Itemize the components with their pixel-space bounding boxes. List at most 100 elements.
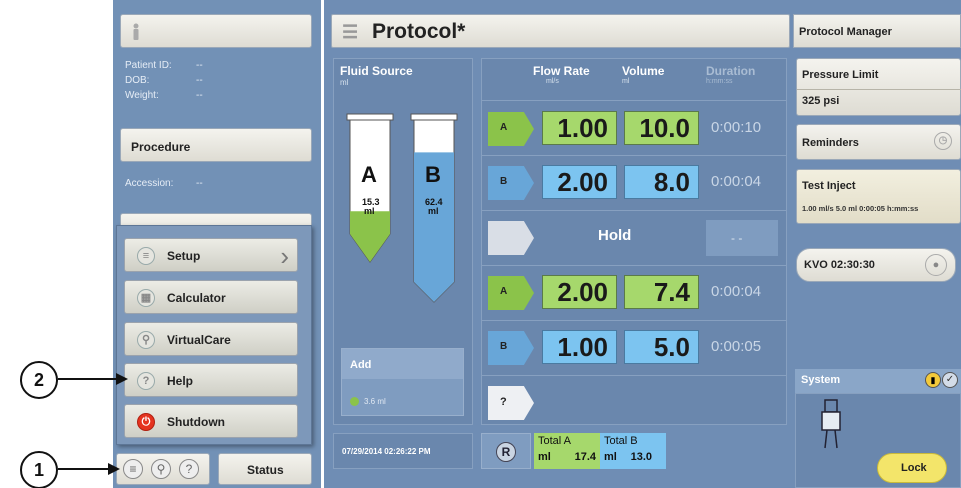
protocol-header: ☰ Protocol*	[331, 14, 790, 48]
menu-item-shutdown[interactable]: ⏻ Shutdown	[124, 404, 298, 438]
protocol-title: Protocol*	[372, 20, 466, 43]
menu-item-help[interactable]: ? Help	[124, 363, 298, 397]
col-volume-unit: ml	[622, 78, 630, 85]
col-volume: Volume	[622, 64, 665, 78]
volume-value[interactable]: 5.0	[624, 330, 699, 364]
patient-button[interactable]	[120, 14, 312, 48]
pressure-limit-value: 325 psi	[802, 95, 840, 107]
list-icon: ≡	[137, 247, 155, 265]
reset-button[interactable]: R	[481, 433, 531, 469]
wrench-icon: ⚲	[137, 331, 155, 349]
calculator-icon: ▦	[137, 289, 155, 307]
fluid-source-title: Fluid Source	[340, 64, 413, 78]
total-b-label: Total B	[604, 435, 638, 447]
menu-icon[interactable]: ≡	[123, 459, 143, 479]
injector-head-icon	[821, 399, 841, 449]
lock-label: Lock	[901, 462, 927, 474]
accession-value: --	[196, 178, 203, 189]
kvo-button[interactable]: KVO 02:30:30 ●	[796, 248, 956, 282]
duration-value: 0:00:04	[711, 173, 762, 190]
flow-rate-value[interactable]: 2.00	[542, 275, 617, 309]
flow-rate-value[interactable]: 2.00	[542, 165, 617, 199]
total-a-label: Total A	[538, 435, 572, 447]
pressure-limit-divider	[797, 89, 961, 90]
patient-id-label: Patient ID:	[125, 60, 172, 71]
fluid-source-unit: ml	[340, 78, 349, 87]
datetime: 07/29/2014 02:26:22 PM	[342, 447, 431, 456]
procedure-button[interactable]: Procedure	[120, 128, 312, 162]
accession-label: Accession:	[125, 178, 174, 189]
timer-icon: ◷	[934, 132, 952, 150]
syringe-status-icon: ▮	[925, 372, 941, 388]
patient-id-value: --	[196, 60, 203, 71]
protocol-manager-label: Protocol Manager	[799, 26, 892, 38]
reminders-label: Reminders	[802, 137, 859, 149]
duration-value: 0:00:05	[711, 338, 762, 355]
total-b-unit: ml	[604, 451, 617, 463]
datetime-box: 07/29/2014 02:26:22 PM	[333, 433, 473, 469]
reminders-button[interactable]: Reminders ◷	[796, 124, 961, 160]
callout-2: 2	[20, 361, 58, 399]
volume-value[interactable]: 8.0	[624, 165, 699, 199]
help-button-icon[interactable]: ?	[179, 459, 199, 479]
dob-label: DOB:	[125, 75, 150, 86]
total-b-value: 13.0	[630, 451, 652, 463]
drop-icon: ●	[925, 254, 947, 276]
power-icon: ⏻	[137, 413, 155, 431]
add-dot-icon	[350, 397, 359, 406]
callout-2-arrow	[58, 373, 128, 385]
menu-item-setup-label: Setup	[167, 249, 201, 263]
menu-item-calculator[interactable]: ▦ Calculator	[124, 280, 298, 314]
check-icon: ✓	[942, 372, 958, 388]
system-header: System ▮ ✓	[795, 369, 961, 393]
step-tag-label: A	[500, 286, 508, 297]
person-icon	[133, 23, 139, 40]
pressure-limit-label: Pressure Limit	[802, 69, 879, 81]
syringe-a	[346, 113, 394, 263]
menu-item-help-label: Help	[167, 374, 194, 388]
menu-item-virtualcare[interactable]: ⚲ VirtualCare	[124, 322, 298, 356]
hold-label: Hold	[598, 227, 632, 244]
syringe-a-unit: ml	[364, 206, 375, 216]
test-inject-button[interactable]: Test Inject 1.00 ml/s 5.0 ml 0:00:05 h:m…	[796, 169, 961, 224]
lock-button[interactable]: Lock	[877, 453, 947, 483]
callout-1: 1	[20, 451, 58, 488]
menu-item-calculator-label: Calculator	[167, 291, 226, 305]
col-duration-unit: h:mm:ss	[706, 78, 733, 85]
callout-1-arrow	[58, 463, 120, 475]
menu-item-setup[interactable]: ≡ Setup ›	[124, 238, 298, 272]
menu-item-virtualcare-label: VirtualCare	[167, 333, 231, 347]
step-tag-label: B	[500, 176, 508, 187]
protocol-manager-button[interactable]: Protocol Manager	[793, 14, 961, 48]
status-label: Status	[247, 463, 284, 477]
dob-value: --	[196, 75, 203, 86]
service-icon[interactable]: ⚲	[151, 459, 171, 479]
pressure-limit-button[interactable]: Pressure Limit 325 psi	[796, 58, 961, 116]
test-inject-value: 1.00 ml/s 5.0 ml 0:00:05 h:mm:ss	[802, 204, 919, 213]
weight-value: --	[196, 90, 203, 101]
volume-value[interactable]: 10.0	[624, 111, 699, 145]
step-tag-label: B	[500, 341, 508, 352]
step-tag-label: A	[500, 122, 508, 133]
total-a-value: 17.4	[574, 451, 596, 463]
add-value: 3.6 ml	[364, 397, 386, 406]
syringe-b-unit: ml	[428, 206, 439, 216]
status-button[interactable]: Status	[218, 453, 312, 485]
chevron-right-icon: ›	[280, 241, 289, 271]
flow-rate-value[interactable]: 1.00	[542, 111, 617, 145]
flow-rate-value[interactable]: 1.00	[542, 330, 617, 364]
test-inject-label: Test Inject	[802, 180, 856, 192]
col-flow-rate-unit: ml/s	[546, 78, 559, 85]
procedure-label: Procedure	[131, 140, 191, 154]
add-panel[interactable]: Add 3.6 ml	[341, 348, 464, 416]
protocol-list-icon: ☰	[342, 22, 359, 42]
kvo-label: KVO 02:30:30	[804, 259, 875, 271]
help-icon: ?	[137, 372, 155, 390]
total-a-unit: ml	[538, 451, 551, 463]
col-flow-rate: Flow Rate	[533, 64, 590, 78]
volume-value[interactable]: 7.4	[624, 275, 699, 309]
step-tag-label: ?	[500, 396, 507, 408]
hold-duration: - -	[731, 231, 743, 245]
col-duration: Duration	[706, 64, 756, 78]
add-label: Add	[350, 359, 372, 371]
